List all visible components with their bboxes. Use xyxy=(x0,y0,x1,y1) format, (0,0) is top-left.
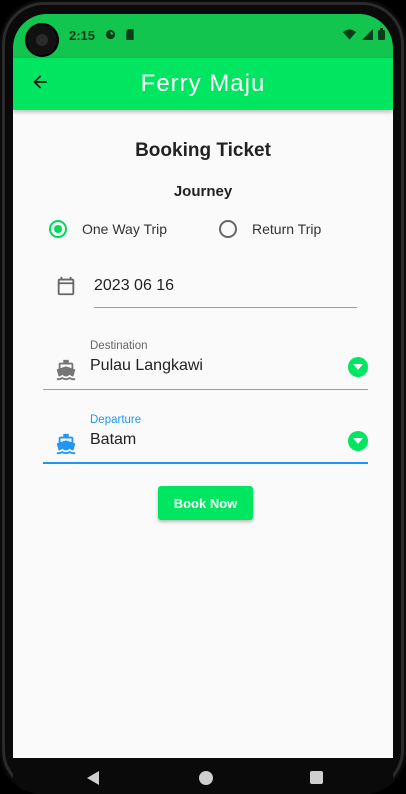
app-title: Ferry Maju xyxy=(140,70,266,97)
section-title: Journey xyxy=(173,183,233,200)
departure-value: Batam xyxy=(90,431,137,448)
page-title: Booking Ticket xyxy=(135,140,271,161)
destination-label: Destination xyxy=(90,340,148,352)
book-now-button[interactable]: Book Now xyxy=(158,486,253,520)
radio-return-trip[interactable]: Return Trip xyxy=(219,220,321,238)
radio-unselected-icon xyxy=(219,220,237,238)
camera-cutout xyxy=(25,23,59,57)
wifi-icon xyxy=(343,29,361,43)
departure-dropdown[interactable]: Departure Batam xyxy=(43,408,368,464)
destination-value: Pulau Langkawi xyxy=(90,357,203,374)
status-system-icons xyxy=(343,28,385,43)
chevron-down-icon xyxy=(348,431,368,451)
nav-back-icon[interactable] xyxy=(87,771,99,785)
status-notification-icons xyxy=(105,29,141,43)
ferry-icon xyxy=(55,433,77,455)
destination-underline xyxy=(43,388,368,390)
date-value: 2023 06 16 xyxy=(94,277,175,294)
battery-icon xyxy=(378,28,385,43)
chevron-down-icon xyxy=(348,357,368,377)
trip-type-radio-group: One Way Trip Return Trip xyxy=(49,220,369,248)
ferry-icon xyxy=(55,359,77,381)
system-nav-bar xyxy=(13,758,393,794)
calendar-icon xyxy=(55,275,77,297)
destination-dropdown[interactable]: Destination Pulau Langkawi xyxy=(43,334,368,390)
radio-selected-icon xyxy=(49,220,67,238)
device-frame: 2:15 Ferry Maju Booking Ticket Journey O… xyxy=(0,0,406,794)
status-bar: 2:15 xyxy=(13,14,393,58)
radio-label: One Way Trip xyxy=(82,221,168,237)
nav-recents-icon[interactable] xyxy=(310,771,323,784)
radio-one-way-trip[interactable]: One Way Trip xyxy=(49,220,167,238)
radio-label: Return Trip xyxy=(252,221,322,237)
date-underline xyxy=(94,307,357,308)
app-bar: Ferry Maju xyxy=(13,58,393,110)
screen: 2:15 Ferry Maju Booking Ticket Journey O… xyxy=(13,14,393,794)
date-field[interactable]: 2023 06 16 xyxy=(55,265,357,309)
departure-underline xyxy=(43,462,368,464)
nav-home-icon[interactable] xyxy=(199,771,213,785)
signal-icon xyxy=(361,29,378,43)
status-time: 2:15 xyxy=(69,28,96,43)
sd-card-icon xyxy=(125,29,135,43)
booking-form: Booking Ticket Journey One Way Trip Retu… xyxy=(13,110,393,758)
media-icon xyxy=(105,29,119,43)
departure-label: Departure xyxy=(90,414,142,426)
